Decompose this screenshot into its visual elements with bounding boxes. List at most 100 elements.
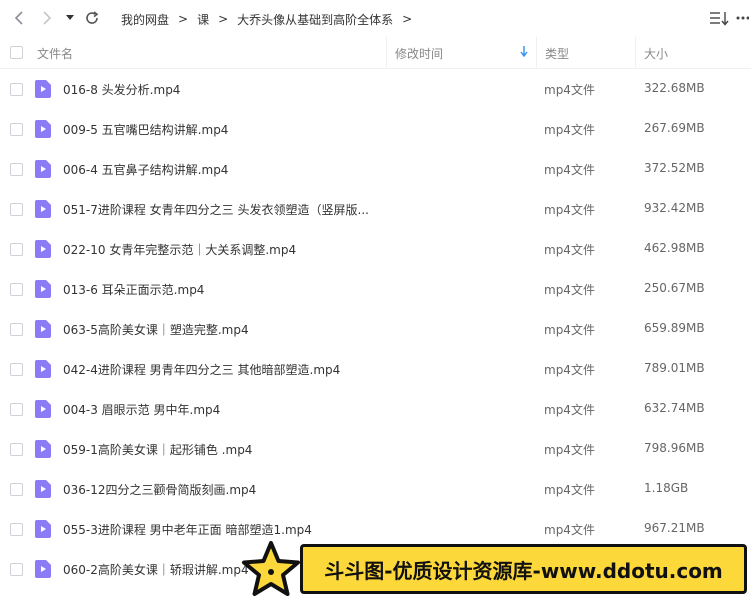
file-name: 055-3进阶课程 男中老年正面 暗部塑造1.mp4 xyxy=(63,523,312,537)
caret-down-icon[interactable] xyxy=(63,7,77,29)
file-row[interactable]: 009-5 五官嘴巴结构讲解.mp4 mp4文件 267.69MB xyxy=(0,109,751,149)
file-row[interactable]: 051-7进阶课程 女青年四分之三 头发衣领塑造（竖屏版... mp4文件 93… xyxy=(0,189,751,229)
file-size: 632.74MB xyxy=(644,401,705,415)
row-checkbox[interactable] xyxy=(10,163,23,176)
star-logo-icon xyxy=(242,541,300,596)
file-name: 042-4进阶课程 男青年四分之三 其他暗部塑造.mp4 xyxy=(63,363,341,377)
more-dots-icon[interactable] xyxy=(735,9,750,27)
column-header-name[interactable]: 文件名 xyxy=(37,37,385,69)
file-size: 322.68MB xyxy=(644,81,705,95)
file-list: 016-8 头发分析.mp4 mp4文件 322.68MB 009-5 五官嘴巴… xyxy=(0,69,751,599)
file-name: 051-7进阶课程 女青年四分之三 头发衣领塑造（竖屏版... xyxy=(63,203,369,217)
video-file-icon xyxy=(35,520,51,538)
file-name: 060-2高阶美女课｜轿瑕讲解.mp4 xyxy=(63,563,249,577)
file-size: 932.42MB xyxy=(644,201,705,215)
video-file-icon xyxy=(35,120,51,138)
row-checkbox[interactable] xyxy=(10,123,23,136)
file-type: mp4文件 xyxy=(544,243,595,257)
file-size: 250.67MB xyxy=(644,281,705,295)
row-checkbox[interactable] xyxy=(10,443,23,456)
column-header-modified-label: 修改时间 xyxy=(395,46,444,61)
file-row[interactable]: 022-10 女青年完整示范｜大关系调整.mp4 mp4文件 462.98MB xyxy=(0,229,751,269)
breadcrumb-item-course[interactable]: 课 xyxy=(197,11,209,28)
file-size: 967.21MB xyxy=(644,521,705,535)
video-file-icon xyxy=(35,80,51,98)
column-header-size-label: 大小 xyxy=(644,46,669,61)
file-type: mp4文件 xyxy=(544,523,595,537)
sort-descending-icon xyxy=(520,46,528,60)
file-type: mp4文件 xyxy=(544,443,595,457)
file-size: 267.69MB xyxy=(644,121,705,135)
file-name: 004-3 眉眼示范 男中年.mp4 xyxy=(63,403,221,417)
file-row[interactable]: 036-12四分之三颧骨简版刻画.mp4 mp4文件 1.18GB xyxy=(0,469,751,509)
row-checkbox[interactable] xyxy=(10,283,23,296)
video-file-icon xyxy=(35,280,51,298)
row-checkbox[interactable] xyxy=(10,563,23,576)
file-size: 372.52MB xyxy=(644,161,705,175)
breadcrumb-separator: > xyxy=(178,12,189,26)
file-name: 016-8 头发分析.mp4 xyxy=(63,83,181,97)
video-file-icon xyxy=(35,160,51,178)
row-checkbox[interactable] xyxy=(10,203,23,216)
column-header-type[interactable]: 类型 xyxy=(536,37,635,69)
chevron-left-icon[interactable] xyxy=(8,7,30,29)
file-size: 789.01MB xyxy=(644,361,705,375)
file-row[interactable]: 013-6 耳朵正面示范.mp4 mp4文件 250.67MB xyxy=(0,269,751,309)
file-size: 798.96MB xyxy=(644,441,705,455)
file-row[interactable]: 055-3进阶课程 男中老年正面 暗部塑造1.mp4 mp4文件 967.21M… xyxy=(0,509,751,549)
refresh-icon[interactable] xyxy=(81,7,103,29)
video-file-icon xyxy=(35,560,51,578)
top-nav-bar: 我的网盘 > 课 > 大乔头像从基础到高阶全体系 > xyxy=(0,0,751,36)
column-header-name-label: 文件名 xyxy=(37,46,74,61)
breadcrumb-item-root[interactable]: 我的网盘 xyxy=(121,11,169,28)
file-name: 063-5高阶美女课｜塑造完整.mp4 xyxy=(63,323,249,337)
sort-list-icon[interactable] xyxy=(709,9,729,27)
row-checkbox[interactable] xyxy=(10,323,23,336)
breadcrumb-separator: > xyxy=(402,12,413,26)
file-name: 013-6 耳朵正面示范.mp4 xyxy=(63,283,205,297)
row-checkbox[interactable] xyxy=(10,243,23,256)
file-type: mp4文件 xyxy=(544,323,595,337)
file-row[interactable]: 059-1高阶美女课｜起形铺色 .mp4 mp4文件 798.96MB xyxy=(0,429,751,469)
file-type: mp4文件 xyxy=(544,163,595,177)
file-name: 022-10 女青年完整示范｜大关系调整.mp4 xyxy=(63,243,297,257)
file-type: mp4文件 xyxy=(544,83,595,97)
file-type: mp4文件 xyxy=(544,123,595,137)
video-file-icon xyxy=(35,240,51,258)
file-size: 1.18GB xyxy=(644,481,689,495)
file-size: 659.89MB xyxy=(644,321,705,335)
row-checkbox[interactable] xyxy=(10,363,23,376)
file-list-header: 文件名 修改时间 类型 大小 xyxy=(0,37,751,69)
breadcrumb-item-current[interactable]: 大乔头像从基础到高阶全体系 xyxy=(237,11,393,28)
breadcrumb-separator: > xyxy=(218,12,229,26)
chevron-right-icon[interactable] xyxy=(36,7,58,29)
video-file-icon xyxy=(35,440,51,458)
file-name: 006-4 五官鼻子结构讲解.mp4 xyxy=(63,163,229,177)
file-row[interactable]: 063-5高阶美女课｜塑造完整.mp4 mp4文件 659.89MB xyxy=(0,309,751,349)
row-checkbox[interactable] xyxy=(10,523,23,536)
file-type: mp4文件 xyxy=(544,403,595,417)
column-header-modified[interactable]: 修改时间 xyxy=(386,37,536,69)
file-name: 009-5 五官嘴巴结构讲解.mp4 xyxy=(63,123,229,137)
file-type: mp4文件 xyxy=(544,483,595,497)
column-header-type-label: 类型 xyxy=(545,46,570,61)
file-size: 462.98MB xyxy=(644,241,705,255)
watermark-text: 斗斗图-优质设计资源库-www.ddotu.com xyxy=(324,558,723,583)
row-checkbox[interactable] xyxy=(10,403,23,416)
file-row[interactable]: 006-4 五官鼻子结构讲解.mp4 mp4文件 372.52MB xyxy=(0,149,751,189)
row-checkbox[interactable] xyxy=(10,83,23,96)
video-file-icon xyxy=(35,400,51,418)
video-file-icon xyxy=(35,320,51,338)
file-type: mp4文件 xyxy=(544,283,595,297)
file-row[interactable]: 042-4进阶课程 男青年四分之三 其他暗部塑造.mp4 mp4文件 789.0… xyxy=(0,349,751,389)
file-type: mp4文件 xyxy=(544,363,595,377)
file-row[interactable]: 016-8 头发分析.mp4 mp4文件 322.68MB xyxy=(0,69,751,109)
file-row[interactable]: 004-3 眉眼示范 男中年.mp4 mp4文件 632.74MB xyxy=(0,389,751,429)
video-file-icon xyxy=(35,360,51,378)
file-name: 059-1高阶美女课｜起形铺色 .mp4 xyxy=(63,443,253,457)
file-name: 036-12四分之三颧骨简版刻画.mp4 xyxy=(63,483,257,497)
watermark-banner: 斗斗图-优质设计资源库-www.ddotu.com xyxy=(300,544,747,594)
row-checkbox[interactable] xyxy=(10,483,23,496)
column-header-size[interactable]: 大小 xyxy=(635,37,751,69)
select-all-checkbox[interactable] xyxy=(10,46,23,59)
